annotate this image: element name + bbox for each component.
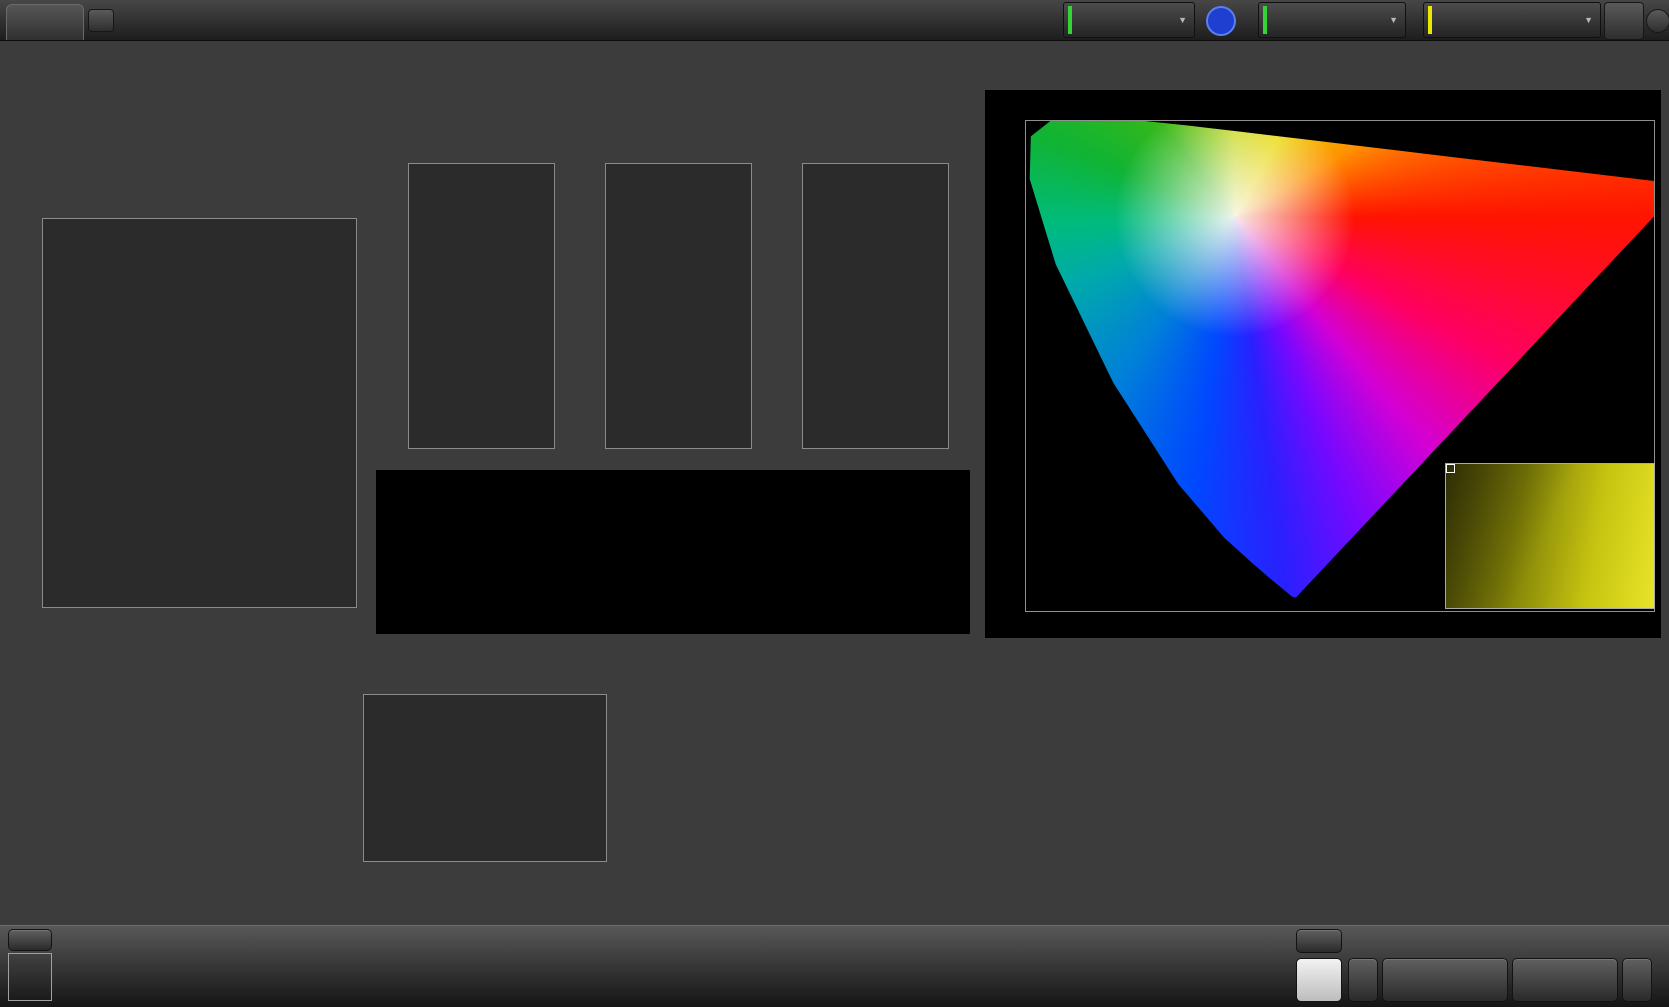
chevron-down-icon: ▼ bbox=[1178, 15, 1187, 25]
back-button[interactable] bbox=[1382, 958, 1508, 1002]
y-axis bbox=[378, 163, 402, 449]
chevron-down-icon: ▼ bbox=[1584, 15, 1593, 25]
bottom-bar bbox=[0, 925, 1669, 1007]
meter-status-indicator bbox=[1068, 6, 1072, 34]
app-window: ▼ ▼ ▼ bbox=[0, 0, 1669, 1007]
collapse-panel-button[interactable] bbox=[1646, 9, 1669, 33]
back-chevron-button[interactable] bbox=[1348, 958, 1378, 1002]
delta-l-plot-area bbox=[408, 163, 555, 449]
cie-chart bbox=[985, 90, 1661, 638]
next-button[interactable] bbox=[1512, 958, 1618, 1002]
deltae2000-plot-area bbox=[42, 218, 357, 608]
x-axis bbox=[1025, 618, 1657, 634]
patch-button-row bbox=[0, 926, 1100, 1007]
y-axis bbox=[575, 163, 599, 449]
add-tab-button[interactable] bbox=[88, 9, 114, 32]
inset-target-point bbox=[1446, 464, 1455, 473]
chevron-down-icon: ▼ bbox=[1389, 15, 1398, 25]
patch-comparison-strip bbox=[376, 470, 970, 634]
current-xy bbox=[16, 787, 62, 816]
delta-c-plot-area bbox=[605, 163, 752, 449]
y-axis bbox=[330, 694, 358, 862]
rgb-balance-chart bbox=[330, 668, 620, 888]
y-axis bbox=[772, 163, 796, 449]
settings-button[interactable] bbox=[1604, 2, 1644, 40]
delta-l-chart bbox=[378, 140, 588, 470]
transport-controls bbox=[1348, 929, 1668, 953]
rgb-plot-area bbox=[363, 694, 607, 862]
results-table-panel bbox=[634, 660, 1366, 896]
tab-history-1[interactable] bbox=[6, 4, 84, 40]
x-axis bbox=[42, 614, 358, 630]
delta-c-chart bbox=[575, 140, 785, 470]
meter-count-badge bbox=[1206, 6, 1236, 36]
stop-measurement-button[interactable] bbox=[1296, 958, 1342, 1002]
source-status-indicator bbox=[1263, 6, 1267, 34]
readings-panel bbox=[0, 655, 345, 905]
meter-dropdown[interactable]: ▼ bbox=[1063, 2, 1195, 38]
delta-h-plot-area bbox=[802, 163, 949, 449]
y-axis bbox=[985, 120, 1019, 612]
source-dropdown[interactable]: ▼ bbox=[1258, 2, 1406, 38]
delta-h-chart bbox=[772, 140, 982, 470]
display-control-dropdown[interactable]: ▼ bbox=[1423, 2, 1601, 38]
next-chevron-button[interactable] bbox=[1622, 958, 1652, 1002]
patch-swatches bbox=[376, 470, 970, 634]
y-axis bbox=[0, 218, 36, 608]
top-bar: ▼ ▼ ▼ bbox=[0, 0, 1669, 41]
display-status-indicator bbox=[1428, 6, 1432, 34]
cie-plot-area bbox=[1025, 120, 1655, 612]
deltae2000-chart bbox=[0, 190, 368, 640]
transport-expand-button[interactable] bbox=[1296, 929, 1342, 953]
cie-zoom-inset bbox=[1445, 463, 1655, 609]
